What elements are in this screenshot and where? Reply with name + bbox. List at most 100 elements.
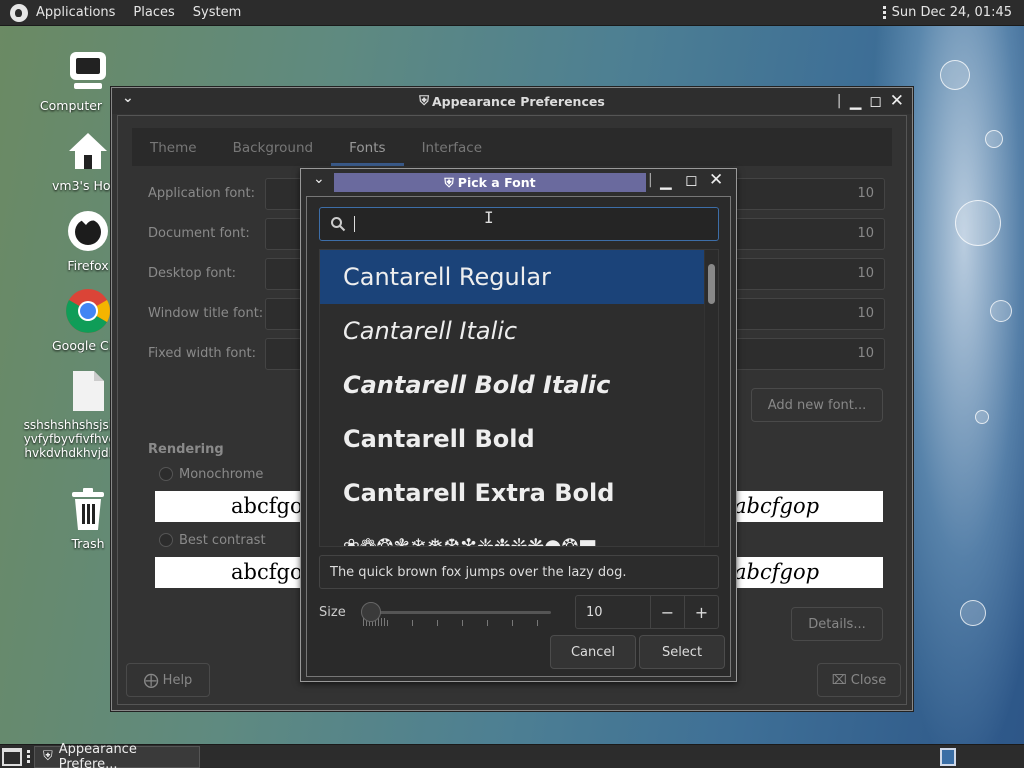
cancel-button[interactable]: Cancel — [550, 635, 636, 669]
window-titlebar[interactable]: ⌄ ⛨ Appearance Preferences | ▁ ◻ ✕ — [112, 88, 912, 114]
font-preview-entry[interactable]: The quick brown fox jumps over the lazy … — [319, 555, 719, 589]
document-font-size: 10 — [857, 226, 874, 241]
dialog-title-highlight: ⛨ Pick a Font — [334, 173, 646, 192]
dialog-menu-icon[interactable]: ⌄ — [313, 171, 325, 187]
help-button[interactable]: ⨁ Help — [126, 663, 210, 697]
wallpaper-bubble — [985, 130, 1003, 148]
rendering-heading: Rendering — [148, 442, 224, 457]
shield-icon: ⛨ — [419, 93, 429, 109]
gnome-foot-icon[interactable] — [10, 3, 28, 22]
window-title: Appearance Preferences — [431, 93, 605, 109]
monochrome-label: Monochrome — [179, 467, 264, 482]
applet-handle-icon[interactable] — [882, 6, 886, 19]
help-icon: ⨁ — [143, 671, 159, 689]
shield-icon: ⛨ — [444, 174, 454, 190]
close-button-icon: ⌧ — [831, 672, 847, 688]
font-list-scrollbar[interactable] — [704, 250, 718, 546]
best-contrast-sample-right: abcfgop — [734, 557, 883, 588]
size-value[interactable]: 10 — [576, 596, 650, 628]
font-list-item[interactable]: Cantarell Italic — [320, 304, 718, 358]
font-list-item[interactable]: Cantarell Bold — [320, 412, 718, 466]
show-desktop-icon[interactable] — [2, 747, 22, 766]
size-slider-ticks — [363, 618, 553, 626]
font-list[interactable]: Cantarell Regular Cantarell Italic Canta… — [319, 249, 719, 547]
size-slider-track[interactable] — [365, 611, 551, 614]
font-list-item-partial[interactable]: ❀❁❂❃❄❅❆❇❈❉❊❋●❂■ — [320, 520, 718, 546]
desktop-font-size: 10 — [857, 266, 874, 281]
text-cursor — [354, 216, 355, 232]
system-menu[interactable]: System — [193, 5, 241, 20]
tab-bar: Theme Background Fonts Interface — [132, 128, 892, 166]
places-menu[interactable]: Places — [133, 5, 174, 20]
dialog-close-icon[interactable]: ✕ — [709, 170, 723, 190]
file-label-line-3: hvkdvhdkhvjdk — [24, 446, 116, 460]
clock[interactable]: Sun Dec 24, 01:45 — [892, 5, 1012, 20]
applet-handle-icon[interactable] — [27, 750, 30, 763]
window-menu-icon[interactable]: ⌄ — [122, 90, 134, 106]
firefox-icon — [65, 208, 111, 254]
increase-size-button[interactable]: + — [684, 596, 718, 628]
file-label-line-2: yvfyfbyvfivfhvd — [23, 432, 117, 446]
fixed-width-font-label: Fixed width font: — [148, 346, 257, 361]
search-icon — [331, 217, 346, 232]
add-new-font-button[interactable]: Add new font... — [751, 388, 883, 422]
monochrome-radio[interactable] — [159, 467, 173, 481]
workspace-switcher[interactable] — [940, 748, 956, 766]
dialog-minimize-icon[interactable]: ▁ — [660, 172, 672, 190]
monochrome-sample-left: abcfgop — [155, 491, 316, 522]
file-icon — [65, 368, 111, 414]
titlebar-separator: | — [648, 172, 653, 188]
text-cursor-pointer-icon: I — [484, 208, 494, 227]
font-list-item[interactable]: Cantarell Extra Bold — [320, 466, 718, 520]
dialog-maximize-icon[interactable]: ◻ — [685, 171, 697, 189]
taskbar-button-appearance[interactable]: ⛨ Appearance Prefere... — [34, 742, 200, 768]
dialog-title: Pick a Font — [457, 175, 536, 190]
wallpaper-bubble — [955, 200, 1001, 246]
select-button[interactable]: Select — [639, 635, 725, 669]
wallpaper-bubble — [975, 410, 989, 424]
tab-interface[interactable]: Interface — [404, 140, 500, 166]
top-panel: Applications Places System Sun Dec 24, 0… — [0, 0, 1024, 26]
application-font-size: 10 — [857, 186, 874, 201]
minimize-icon[interactable]: ▁ — [850, 92, 862, 110]
scrollbar-thumb[interactable] — [708, 264, 715, 304]
chrome-icon — [65, 288, 111, 334]
bottom-panel: ⛨ Appearance Prefere... — [0, 742, 1024, 768]
size-spinbutton[interactable]: 10 − + — [575, 595, 719, 629]
dialog-titlebar[interactable]: ⌄ ⛨ Pick a Font | ▁ ◻ ✕ — [301, 169, 736, 195]
help-button-label: Help — [162, 672, 193, 688]
desktop-font-label: Desktop font: — [148, 266, 236, 281]
font-search-input[interactable] — [319, 207, 719, 241]
tab-theme[interactable]: Theme — [132, 140, 215, 166]
size-slider-handle[interactable] — [361, 602, 381, 622]
window-title-font-label: Window title font: — [148, 306, 264, 321]
close-button-label: Close — [850, 672, 887, 688]
computer-icon — [65, 48, 111, 94]
pick-a-font-dialog: ⌄ ⛨ Pick a Font | ▁ ◻ ✕ Cantarell Regula… — [300, 168, 737, 682]
close-button[interactable]: ⌧ Close — [817, 663, 901, 697]
monochrome-sample-right: abcfgop — [734, 491, 883, 522]
document-font-label: Document font: — [148, 226, 250, 241]
applications-menu[interactable]: Applications — [36, 5, 115, 20]
details-button[interactable]: Details... — [791, 607, 883, 641]
wallpaper-bubble — [990, 300, 1012, 322]
tab-background[interactable]: Background — [215, 140, 332, 166]
best-contrast-radio[interactable] — [159, 533, 173, 547]
titlebar-separator: | — [836, 93, 842, 109]
trash-icon — [65, 486, 111, 532]
home-icon — [65, 128, 111, 174]
shield-icon: ⛨ — [43, 749, 53, 764]
best-contrast-label: Best contrast — [179, 533, 266, 548]
font-list-item[interactable]: Cantarell Bold Italic — [320, 358, 718, 412]
window-title-font-size: 10 — [857, 306, 874, 321]
file-label-line-1: sshshshhshsjsh — [23, 418, 117, 432]
close-icon[interactable]: ✕ — [890, 91, 904, 111]
maximize-icon[interactable]: ◻ — [869, 92, 881, 110]
taskbar-label: Appearance Prefere... — [58, 741, 137, 768]
wallpaper-bubble — [960, 600, 986, 626]
decrease-size-button[interactable]: − — [650, 596, 684, 628]
wallpaper-bubble — [940, 60, 970, 90]
tab-fonts[interactable]: Fonts — [331, 140, 404, 166]
font-list-item[interactable]: Cantarell Regular — [320, 250, 704, 304]
size-label: Size — [319, 605, 346, 620]
